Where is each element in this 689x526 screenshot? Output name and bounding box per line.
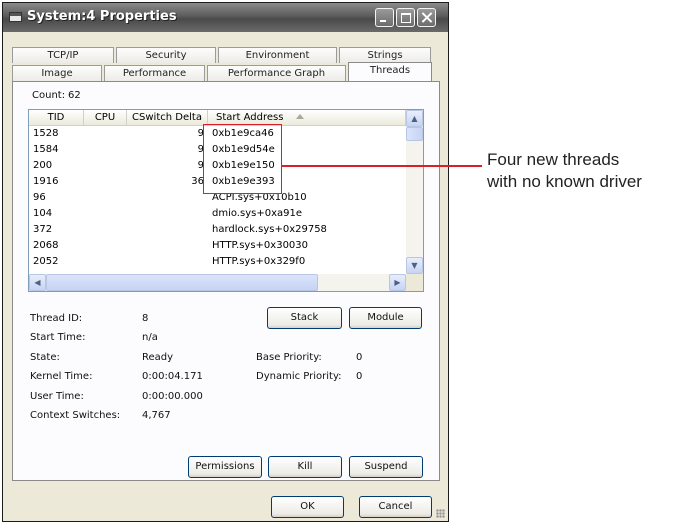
permissions-button[interactable]: Permissions — [188, 456, 262, 478]
cell-tid: 2068 — [33, 240, 59, 251]
start-time-value: n/a — [142, 332, 158, 343]
context-switches-value: 4,767 — [142, 410, 171, 421]
cell-tid: 1584 — [33, 144, 59, 155]
minimize-button[interactable] — [375, 8, 394, 27]
cancel-button[interactable]: Cancel — [359, 496, 432, 518]
user-time-value: 0:00:00.000 — [142, 391, 203, 402]
ok-button[interactable]: OK — [271, 496, 344, 518]
callout-text: Four new threads with no known driver — [487, 149, 642, 193]
properties-window: System:4 Properties TCP/IP Security Envi… — [2, 2, 449, 522]
kernel-time-value: 0:00:04.171 — [142, 371, 203, 382]
close-button[interactable] — [417, 8, 436, 27]
state-label: State: — [30, 352, 60, 363]
tab-threads[interactable]: Threads — [348, 62, 432, 81]
callout-line-2: with no known driver — [487, 172, 642, 191]
module-button[interactable]: Module — [349, 307, 422, 329]
sort-ascending-icon — [296, 114, 304, 119]
cell-cswitch-delta: 9 — [197, 160, 204, 171]
window-icon — [9, 12, 22, 22]
cell-start-address: HTTP.sys+0x329f0 — [212, 256, 306, 267]
user-time-label: User Time: — [30, 391, 84, 402]
start-time-label: Start Time: — [30, 332, 86, 343]
callout-line — [282, 165, 482, 167]
base-priority-label: Base Priority: — [256, 352, 322, 363]
resize-grip-icon[interactable] — [436, 509, 445, 518]
scroll-left-icon[interactable]: ◀ — [29, 274, 46, 291]
cell-start-address: dmio.sys+0xa91e — [212, 208, 302, 219]
dynamic-priority-value: 0 — [356, 371, 363, 382]
count-label: Count: — [32, 90, 66, 101]
column-header-cpu[interactable]: CPU — [84, 110, 127, 126]
tab-strings[interactable]: Strings — [339, 47, 431, 63]
highlight-box — [203, 124, 282, 194]
table-row[interactable]: 104 dmio.sys+0xa91e — [29, 206, 406, 222]
column-header-start-address-label: Start Address — [216, 112, 284, 123]
table-row[interactable]: 2068 HTTP.sys+0x30030 — [29, 238, 406, 254]
vertical-scroll-thumb[interactable] — [406, 127, 423, 141]
cell-start-address: HTTP.sys+0x30030 — [212, 240, 309, 251]
cell-tid: 1916 — [33, 176, 59, 187]
tab-security[interactable]: Security — [116, 47, 216, 63]
cell-cswitch-delta: 9 — [197, 128, 204, 139]
stack-button[interactable]: Stack — [267, 307, 342, 329]
tab-performance-graph[interactable]: Performance Graph — [207, 65, 346, 81]
cell-tid: 104 — [33, 208, 53, 219]
scroll-down-icon[interactable]: ▼ — [406, 257, 423, 274]
kernel-time-label: Kernel Time: — [30, 371, 93, 382]
table-row[interactable]: 2052 HTTP.sys+0x329f0 — [29, 254, 406, 270]
callout-line-1: Four new threads — [487, 150, 620, 169]
table-row[interactable]: 372 hardlock.sys+0x29758 — [29, 222, 406, 238]
tab-tcpip[interactable]: TCP/IP — [12, 47, 114, 63]
column-header-tid[interactable]: TID — [29, 110, 84, 126]
kill-button[interactable]: Kill — [268, 456, 342, 478]
horizontal-scroll-thumb[interactable] — [46, 274, 318, 291]
count-value: 62 — [68, 90, 81, 101]
scroll-right-icon[interactable]: ▶ — [389, 274, 406, 291]
horizontal-scrollbar[interactable]: ◀ ▶ — [29, 274, 406, 291]
state-value: Ready — [142, 352, 174, 363]
cell-cswitch-delta: 36 — [191, 176, 204, 187]
column-header-cswitch-delta[interactable]: CSwitch Delta — [127, 110, 208, 126]
cell-tid: 372 — [33, 224, 53, 235]
cell-tid: 200 — [33, 160, 53, 171]
tab-performance[interactable]: Performance — [104, 65, 205, 81]
cell-tid: 96 — [33, 192, 46, 203]
base-priority-value: 0 — [356, 352, 363, 363]
cell-cswitch-delta: 9 — [197, 144, 204, 155]
vertical-scrollbar[interactable]: ▲ ▼ — [406, 110, 423, 274]
cell-tid: 2052 — [33, 256, 59, 267]
context-switches-label: Context Switches: — [30, 410, 121, 421]
tab-image[interactable]: Image — [12, 65, 102, 81]
maximize-button[interactable] — [396, 8, 415, 27]
cell-tid: 1528 — [33, 128, 59, 139]
suspend-button[interactable]: Suspend — [349, 456, 423, 478]
title-bar[interactable]: System:4 Properties — [3, 3, 448, 32]
thread-id-label: Thread ID: — [30, 313, 83, 324]
scrollbar-corner — [406, 274, 423, 291]
dynamic-priority-label: Dynamic Priority: — [256, 371, 342, 382]
tab-environment[interactable]: Environment — [218, 47, 337, 63]
window-title: System:4 Properties — [27, 9, 177, 24]
scroll-up-icon[interactable]: ▲ — [406, 110, 423, 127]
thread-id-value: 8 — [142, 313, 149, 324]
cell-start-address: hardlock.sys+0x29758 — [212, 224, 327, 235]
